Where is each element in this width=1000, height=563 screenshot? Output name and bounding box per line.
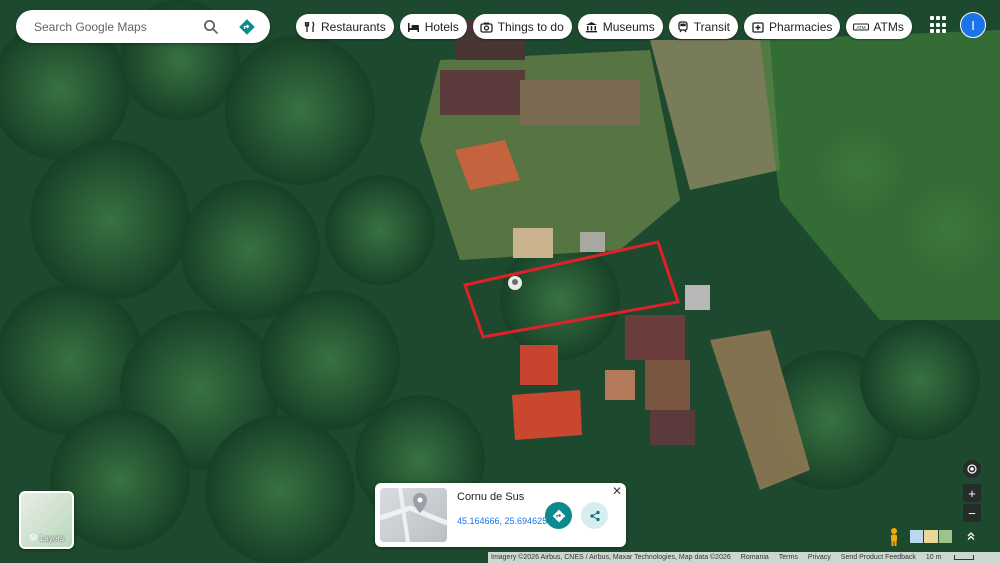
place-title: Cornu de Sus [457,491,525,503]
apps-grid-icon[interactable] [930,16,948,34]
directions-button[interactable] [545,502,572,529]
satellite-imagery [0,0,1000,563]
chip-museums[interactable]: Museums [577,14,663,39]
scale-bar[interactable]: 10 m [926,554,985,561]
zoom-in-button[interactable]: + [963,484,981,502]
train-icon [676,20,690,34]
privacy-link[interactable]: Privacy [808,554,831,561]
place-thumbnail[interactable] [380,488,447,542]
region-link[interactable]: Romania [741,554,769,561]
pharmacy-icon [751,20,765,34]
place-card: Cornu de Sus 45.164666, 25.694625 ✕ [375,483,626,547]
map-thumb-3[interactable] [938,530,952,543]
search-input[interactable] [32,18,200,35]
chip-label: Pharmacies [769,19,833,34]
my-location-button[interactable] [963,460,981,478]
layers-icon [29,533,38,544]
search-icon[interactable] [200,16,222,38]
chip-things-to-do[interactable]: Things to do [472,14,572,39]
place-coordinates[interactable]: 45.164666, 25.694625 [457,516,547,526]
map-thumb-1[interactable] [910,530,924,543]
directions-icon [552,509,565,522]
camera-icon [480,20,494,34]
share-button[interactable] [581,502,608,529]
directions-icon[interactable] [236,16,258,38]
chevron-up-icon[interactable] [962,526,980,546]
bed-icon [407,20,421,34]
chip-label: Hotels [424,19,459,34]
my-location-icon [967,464,977,474]
fork-knife-icon [303,20,317,34]
chip-label: Transit [693,19,731,34]
chip-transit[interactable]: Transit [668,14,739,39]
atm-icon: ATM [853,20,870,34]
satellite-map[interactable] [0,0,1000,563]
zoom-out-button[interactable]: − [963,504,981,522]
account-avatar[interactable]: I [960,12,986,38]
map-footer: Imagery ©2026 Airbus, CNES / Airbus, Max… [488,552,1000,563]
chip-atms[interactable]: ATM ATMs [846,14,912,39]
scale-label: 10 m [925,554,942,561]
chip-label: ATMs [873,19,904,34]
terms-link[interactable]: Terms [779,554,798,561]
chip-label: Restaurants [321,19,386,34]
layers-label-row: Layers [21,533,72,544]
close-icon[interactable]: ✕ [612,484,622,498]
pegman-icon[interactable] [886,527,902,547]
layers-label: Layers [39,534,64,543]
chip-label: Things to do [497,19,564,34]
chip-pharmacies[interactable]: Pharmacies [744,14,841,39]
museum-icon [585,20,599,34]
imagery-attribution: Imagery ©2026 Airbus, CNES / Airbus, Max… [491,554,731,561]
map-thumb-2[interactable] [924,530,938,543]
share-icon [589,510,600,521]
quick-layers[interactable] [910,530,952,543]
feedback-link[interactable]: Send Product Feedback [841,554,916,561]
search-bar[interactable] [16,10,270,43]
chip-hotels[interactable]: Hotels [399,14,467,39]
location-pin-icon [508,276,522,290]
chip-label: Museums [602,19,655,34]
layers-button[interactable]: Layers [19,491,74,549]
category-chips: Restaurants Hotels Things to do Museums … [296,14,912,39]
svg-text:ATM: ATM [857,25,866,30]
chip-restaurants[interactable]: Restaurants [296,14,394,39]
